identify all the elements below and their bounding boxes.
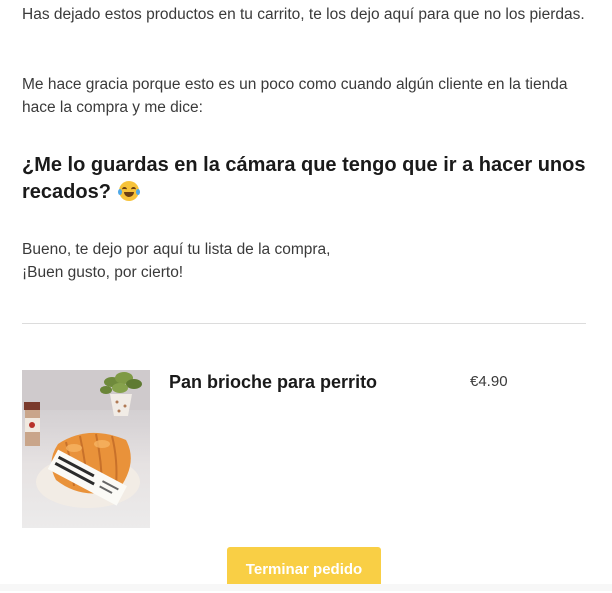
divider — [22, 323, 586, 324]
intro-paragraph: Has dejado estos productos en tu carrito… — [22, 6, 585, 23]
product-name[interactable]: Pan brioche para perrito — [169, 370, 459, 394]
closing-line-1: Bueno, te dejo por aquí tu lista de la c… — [22, 241, 331, 258]
product-image[interactable] — [22, 370, 150, 528]
quote-text: ¿Me lo guardas en la cámara que tengo qu… — [22, 154, 586, 203]
anecdote-paragraph: Me hace gracia porque esto es un poco co… — [22, 76, 568, 116]
abandoned-cart-email: Has dejado estos productos en tu carrito… — [0, 0, 612, 591]
closing-line-2: ¡Buen gusto, por cierto! — [22, 264, 184, 281]
quote-heading: ¿Me lo guardas en la cámara que tengo qu… — [22, 152, 597, 206]
footer-band — [0, 584, 612, 591]
closing-paragraph: Bueno, te dejo por aquí tu lista de la c… — [22, 238, 592, 284]
product-price: €4.90 — [470, 373, 508, 390]
face-with-tears-of-joy-icon — [117, 181, 140, 201]
